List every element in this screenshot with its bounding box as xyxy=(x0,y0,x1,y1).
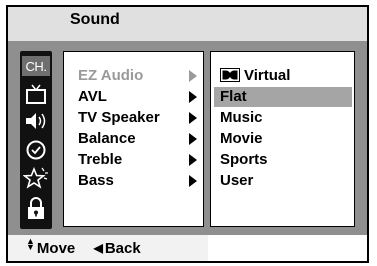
bass-arrow-icon xyxy=(189,175,197,187)
avl-arrow-icon xyxy=(189,91,197,103)
submenu-item-virtual[interactable]: Virtual xyxy=(214,66,352,86)
up-down-icon: ▲ ▼ xyxy=(26,236,35,252)
submenu-item-music[interactable]: Music xyxy=(214,108,352,128)
category-icon-column: CH. xyxy=(20,51,52,229)
picture-category[interactable] xyxy=(22,83,50,105)
lock-category[interactable] xyxy=(22,197,50,219)
balance-arrow-icon xyxy=(189,133,197,145)
menu-item-ez-audio[interactable]: EZ Audio xyxy=(78,66,143,86)
lock-icon xyxy=(28,197,44,219)
menu-title: Sound xyxy=(70,11,120,28)
time-category[interactable] xyxy=(22,139,50,161)
back-hint: Back xyxy=(104,240,141,257)
sound-category[interactable] xyxy=(22,110,50,132)
tv-icon xyxy=(26,84,46,104)
title-bar: Sound xyxy=(8,7,367,41)
ez-audio-submenu: Virtual Flat Music Movie Sports User xyxy=(210,51,355,227)
menu-item-tv-speaker[interactable]: TV Speaker xyxy=(78,108,160,128)
ez-audio-arrow-icon xyxy=(189,70,197,82)
menu-item-avl[interactable]: AVL xyxy=(78,87,107,107)
menu-item-balance[interactable]: Balance xyxy=(78,129,136,149)
osd-window: Sound CH. EZ Audio AVL TV Speaker Balanc… xyxy=(6,5,369,263)
clock-icon xyxy=(26,140,46,160)
speaker-icon xyxy=(26,113,46,129)
submenu-item-user[interactable]: User xyxy=(214,171,352,191)
treble-arrow-icon xyxy=(189,154,197,166)
move-hint: Move xyxy=(36,240,76,257)
option-category[interactable] xyxy=(22,166,50,189)
tv-speaker-arrow-icon xyxy=(189,112,197,124)
dolby-icon xyxy=(220,67,240,82)
menu-panel: CH. EZ Audio AVL TV Speaker Balance Treb… xyxy=(8,41,367,235)
star-icon xyxy=(23,166,48,189)
left-arrow-icon: ◀ xyxy=(93,241,103,255)
submenu-item-movie[interactable]: Movie xyxy=(214,129,352,149)
help-bar: ▲ ▼ Move ◀ Back xyxy=(8,235,208,261)
menu-item-treble[interactable]: Treble xyxy=(78,150,122,170)
submenu-item-sports[interactable]: Sports xyxy=(214,150,352,170)
channel-category[interactable]: CH. xyxy=(22,55,50,77)
ch-icon: CH. xyxy=(22,56,50,76)
menu-item-bass[interactable]: Bass xyxy=(78,171,114,191)
submenu-item-flat[interactable]: Flat xyxy=(214,87,352,107)
sound-menu-list: EZ Audio AVL TV Speaker Balance Treble B… xyxy=(63,51,204,227)
virtual-label: Virtual xyxy=(244,67,291,84)
